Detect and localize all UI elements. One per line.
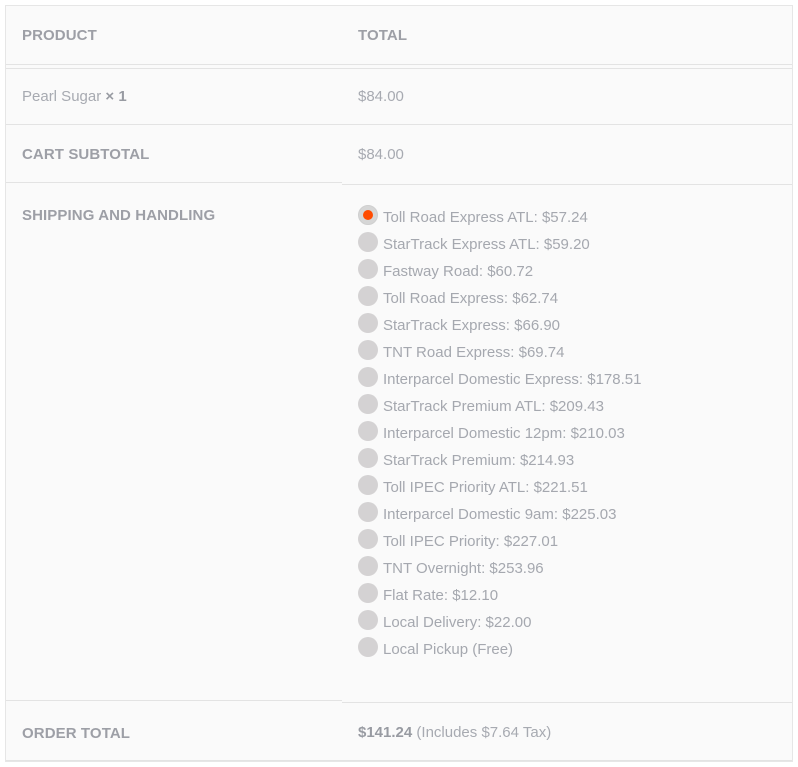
divider: [342, 702, 792, 703]
shipping-option[interactable]: StarTrack Express: $66.90: [358, 312, 641, 339]
shipping-option[interactable]: Toll IPEC Priority ATL: $221.51: [358, 474, 641, 501]
radio-unselected[interactable]: [358, 231, 378, 252]
order-total-value: $141.24 (Includes $7.64 Tax): [358, 724, 551, 742]
cart-subtotal-label: CART SUBTOTAL: [22, 146, 150, 163]
shipping-option-label[interactable]: Fastway Road: $60.72: [383, 263, 533, 280]
shipping-option[interactable]: StarTrack Premium: $214.93: [358, 447, 641, 474]
shipping-option[interactable]: Interparcel Domestic 12pm: $210.03: [358, 420, 641, 447]
shipping-option-label[interactable]: Toll Road Express ATL: $57.24: [383, 209, 588, 226]
order-review-table: PRODUCT TOTAL Pearl Sugar × 1 $84.00 CAR…: [5, 5, 793, 762]
shipping-option[interactable]: Interparcel Domestic 9am: $225.03: [358, 501, 641, 528]
shipping-option[interactable]: StarTrack Express ATL: $59.20: [358, 231, 641, 258]
radio-unselected[interactable]: [358, 258, 378, 279]
shipping-option-label[interactable]: TNT Road Express: $69.74: [383, 344, 564, 361]
radio-unselected[interactable]: [358, 555, 378, 576]
radio-unselected[interactable]: [358, 312, 378, 333]
radio-unselected[interactable]: [358, 582, 378, 603]
radio-selected[interactable]: [358, 204, 378, 225]
shipping-option[interactable]: Toll Road Express ATL: $57.24: [358, 204, 641, 231]
shipping-option[interactable]: TNT Road Express: $69.74: [358, 339, 641, 366]
shipping-option-label[interactable]: Interparcel Domestic 12pm: $210.03: [383, 425, 625, 442]
shipping-option[interactable]: StarTrack Premium ATL: $209.43: [358, 393, 641, 420]
line-item-name: Pearl Sugar × 1: [22, 88, 127, 106]
divider: [6, 700, 342, 701]
cart-subtotal-value: $84.00: [358, 146, 404, 163]
product-column-header: PRODUCT: [22, 27, 97, 44]
radio-unselected[interactable]: [358, 501, 378, 522]
shipping-option[interactable]: Fastway Road: $60.72: [358, 258, 641, 285]
order-total-label: ORDER TOTAL: [22, 725, 131, 742]
shipping-option-label[interactable]: StarTrack Express ATL: $59.20: [383, 236, 590, 253]
radio-unselected[interactable]: [358, 474, 378, 495]
shipping-option-label[interactable]: Interparcel Domestic Express: $178.51: [383, 371, 641, 388]
radio-unselected[interactable]: [358, 420, 378, 441]
shipping-option-label[interactable]: StarTrack Premium: $214.93: [383, 452, 574, 469]
shipping-option-label[interactable]: Toll IPEC Priority: $227.01: [383, 533, 558, 550]
divider: [6, 124, 792, 125]
shipping-option-label[interactable]: Toll Road Express: $62.74: [383, 290, 558, 307]
total-column-header: TOTAL: [358, 27, 408, 44]
shipping-option-label[interactable]: Local Delivery: $22.00: [383, 614, 531, 631]
divider: [6, 64, 792, 65]
shipping-option-label[interactable]: StarTrack Premium ATL: $209.43: [383, 398, 604, 415]
shipping-option[interactable]: Interparcel Domestic Express: $178.51: [358, 366, 641, 393]
radio-unselected[interactable]: [358, 447, 378, 468]
radio-unselected[interactable]: [358, 339, 378, 360]
product-quantity: × 1: [105, 88, 127, 105]
shipping-methods-list: Toll Road Express ATL: $57.24 StarTrack E…: [358, 204, 641, 663]
divider: [6, 68, 792, 69]
line-item-total: $84.00: [358, 88, 404, 105]
shipping-option[interactable]: Toll Road Express: $62.74: [358, 285, 641, 312]
shipping-option-label[interactable]: Local Pickup (Free): [383, 641, 513, 658]
shipping-label: SHIPPING AND HANDLING: [22, 207, 216, 224]
shipping-option[interactable]: Local Pickup (Free): [358, 636, 641, 663]
divider: [342, 184, 792, 185]
shipping-option-label[interactable]: Interparcel Domestic 9am: $225.03: [383, 506, 616, 523]
product-name: Pearl Sugar: [22, 88, 102, 105]
shipping-option-label[interactable]: StarTrack Express: $66.90: [383, 317, 560, 334]
order-total-amount: $141.24: [358, 724, 413, 741]
radio-unselected[interactable]: [358, 609, 378, 630]
divider: [6, 760, 792, 761]
divider: [6, 182, 342, 183]
radio-unselected[interactable]: [358, 528, 378, 549]
radio-unselected[interactable]: [358, 285, 378, 306]
radio-unselected[interactable]: [358, 393, 378, 414]
radio-unselected[interactable]: [358, 366, 378, 387]
shipping-option[interactable]: Flat Rate: $12.10: [358, 582, 641, 609]
shipping-option[interactable]: TNT Overnight: $253.96: [358, 555, 641, 582]
shipping-option-label[interactable]: Flat Rate: $12.10: [383, 587, 498, 604]
shipping-option[interactable]: Toll IPEC Priority: $227.01: [358, 528, 641, 555]
tax-note: (Includes $7.64 Tax): [416, 724, 552, 741]
shipping-option-label[interactable]: Toll IPEC Priority ATL: $221.51: [383, 479, 588, 496]
radio-unselected[interactable]: [358, 636, 378, 657]
shipping-option[interactable]: Local Delivery: $22.00: [358, 609, 641, 636]
shipping-option-label[interactable]: TNT Overnight: $253.96: [383, 560, 544, 577]
